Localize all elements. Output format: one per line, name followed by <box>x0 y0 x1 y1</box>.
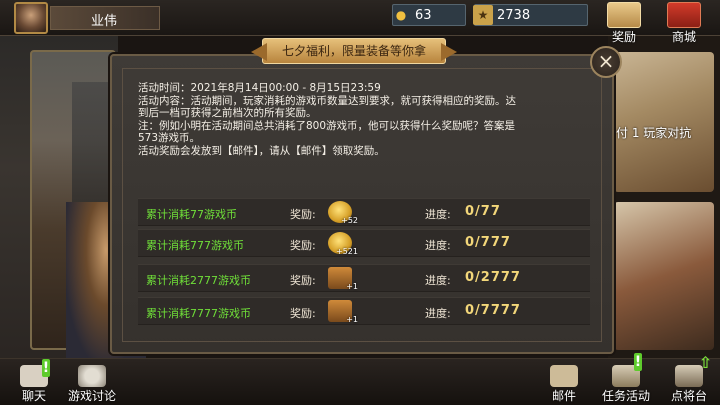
reward-label: 奖励: <box>290 307 316 320</box>
reward-condition: 累计消耗777游戏币 <box>146 239 244 252</box>
player-avatar[interactable] <box>14 2 48 34</box>
progress-value: 0/7777 <box>465 303 521 318</box>
progress-label: 进度: <box>425 307 451 320</box>
equipment-chest-icon[interactable]: +1 <box>328 267 358 291</box>
reward-label: 奖励: <box>290 208 316 221</box>
reward-label: 奖励: <box>290 239 316 252</box>
desc-line-time: 活动时间：2021年8月14日00:00 - 8月15日23:59 <box>138 82 381 94</box>
player-name-bar: 业伟 <box>50 6 160 30</box>
desc-line-mail: 活动奖励会发放到【邮件】，请从【邮件】领取奖励。 <box>138 144 385 157</box>
event-card-left[interactable] <box>30 50 146 362</box>
progress-value: 0/777 <box>465 235 511 250</box>
progress-label: 进度: <box>425 274 451 287</box>
star-value: 2738 <box>497 7 531 23</box>
reward-quantity: +52 <box>341 216 358 225</box>
forum-label: 游戏讨论 <box>67 389 116 403</box>
reward-label: 奖励: <box>290 274 316 287</box>
bottom-bar: 聊天 ! 游戏讨论 邮件 任务活动 ! 点将台 ⇧ <box>0 353 720 405</box>
reward-button[interactable]: 奖励 <box>604 2 644 46</box>
event-card-battle[interactable] <box>614 202 714 350</box>
desc-line-content-cont: 到后一档可获得之前档次的所有奖励。 <box>138 107 317 119</box>
dialog-title-banner: 七夕福利，限量装备等你拿 <box>262 38 446 64</box>
general-button[interactable]: 点将台 ⇧ <box>660 353 718 405</box>
background-left-art <box>0 36 146 366</box>
desc-line-note-cont: 573游戏币。 <box>138 132 201 144</box>
progress-value: 0/77 <box>465 204 501 219</box>
shop-label: 商城 <box>671 30 696 44</box>
event-description: 活动时间：2021年8月14日00:00 - 8月15日23:59 活动内容：活… <box>138 82 596 157</box>
task-alert-icon: ! <box>634 353 642 371</box>
desc-line-note: 注：例如小明在活动期间总共消耗了800游戏币，他可以获得什么奖励呢？答案是 <box>138 119 516 132</box>
star-icon: ★ <box>473 5 493 25</box>
gold-value: 63 <box>415 7 432 23</box>
chat-label: 聊天 <box>21 389 46 403</box>
mail-icon <box>550 365 578 387</box>
reward-row: 累计消耗77游戏币 奖励: +52 进度: 0/77 <box>138 198 590 226</box>
reward-quantity: +521 <box>336 247 358 256</box>
star-counter: ★ 2738 <box>473 4 588 26</box>
reward-quantity: +1 <box>346 315 358 324</box>
reward-condition: 累计消耗77游戏币 <box>146 208 237 221</box>
mail-button[interactable]: 邮件 <box>536 361 592 405</box>
reward-condition: 累计消耗7777游戏币 <box>146 307 251 320</box>
shop-icon <box>667 2 701 28</box>
upgrade-arrow-icon: ⇧ <box>698 353 712 372</box>
shop-button[interactable]: 商城 <box>664 2 704 46</box>
progress-label: 进度: <box>425 239 451 252</box>
reward-row: 累计消耗7777游戏币 奖励: +1 进度: 0/7777 <box>138 297 590 325</box>
reward-label: 奖励 <box>611 30 636 44</box>
task-activity-label: 任务活动 <box>601 389 650 403</box>
progress-value: 0/2777 <box>465 270 521 285</box>
reward-row: 累计消耗777游戏币 奖励: +521 进度: 0/777 <box>138 229 590 257</box>
forum-button[interactable]: 游戏讨论 <box>62 361 122 405</box>
reward-row: 累计消耗2777游戏币 奖励: +1 进度: 0/2777 <box>138 264 590 292</box>
coin-stack-icon[interactable]: +521 <box>328 232 358 256</box>
top-bar: 业伟 ● 63 ★ 2738 奖励 商城 <box>0 0 720 44</box>
event-card-pvp[interactable] <box>614 52 714 192</box>
desc-line-content: 活动内容：活动期间，玩家消耗的游戏币数量达到要求，就可获得相应的奖励。达 <box>138 94 516 107</box>
pvp-text: 付 1 玩家对抗 <box>616 126 692 140</box>
gift-icon <box>607 2 641 28</box>
gold-coin-icon: ● <box>395 8 407 22</box>
mail-label: 邮件 <box>551 389 576 403</box>
chat-alert-icon: ! <box>42 359 50 377</box>
people-icon <box>78 365 106 387</box>
gold-counter: ● 63 <box>392 4 466 26</box>
close-icon: × <box>597 49 615 73</box>
task-activity-button[interactable]: 任务活动 ! <box>596 353 656 405</box>
background-right-art: 付 1 玩家对抗 <box>608 36 720 366</box>
progress-label: 进度: <box>425 208 451 221</box>
close-button[interactable]: × <box>590 46 622 78</box>
player-name: 业伟 <box>91 14 118 29</box>
general-label: 点将台 <box>670 389 707 403</box>
chat-button[interactable]: 聊天 ! <box>6 359 62 405</box>
reward-quantity: +1 <box>346 282 358 291</box>
equipment-chest-icon[interactable]: +1 <box>328 300 358 324</box>
coin-stack-icon[interactable]: +52 <box>328 201 358 225</box>
reward-condition: 累计消耗2777游戏币 <box>146 274 251 287</box>
